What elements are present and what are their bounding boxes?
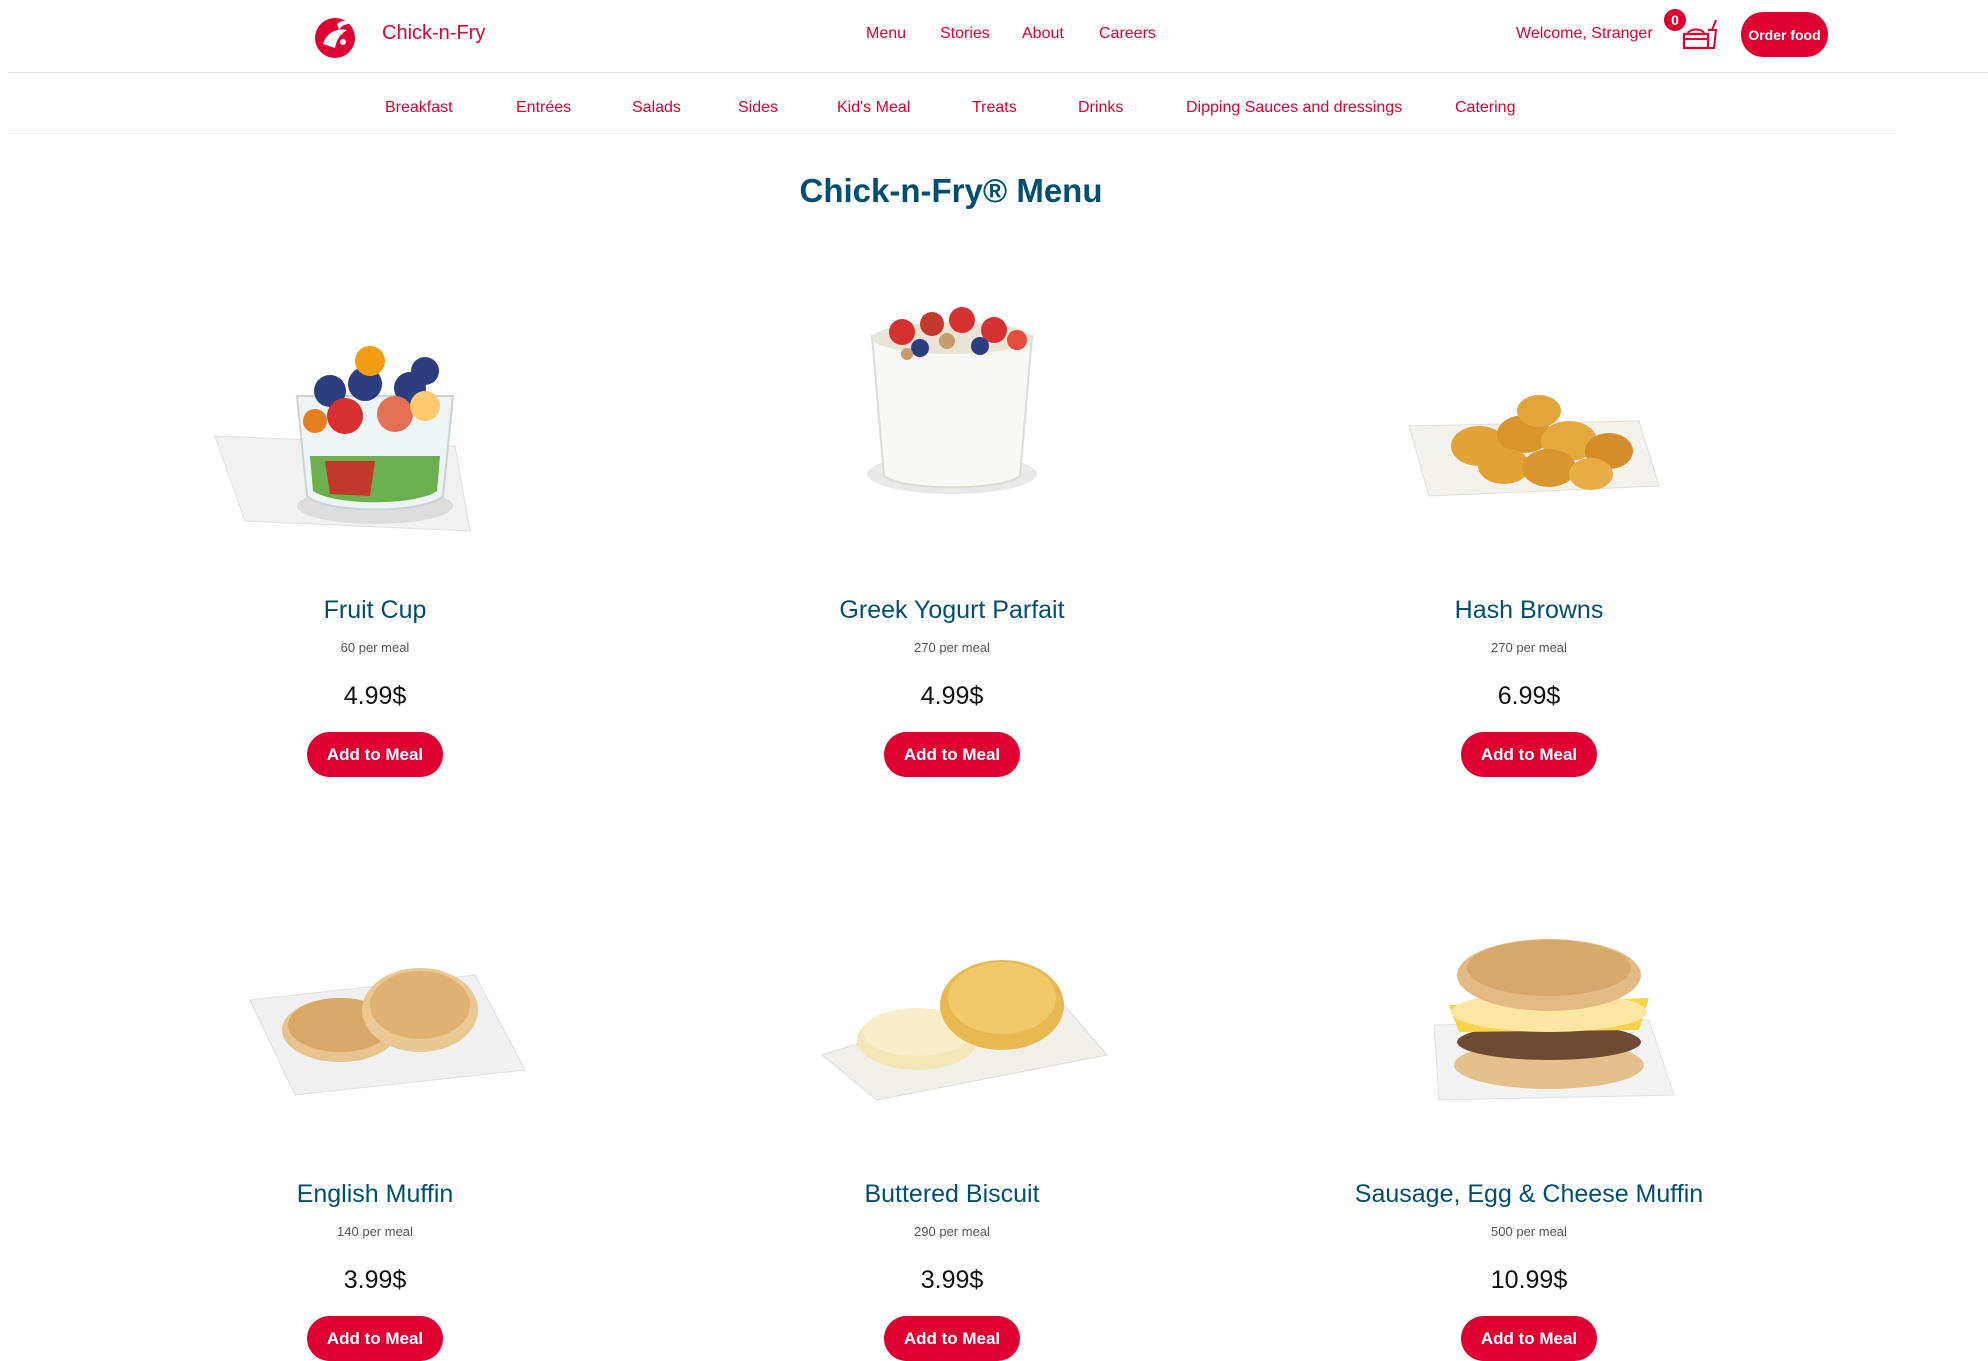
product-card: Greek Yogurt Parfait 270 per meal 4.99$ …: [702, 296, 1202, 777]
product-calories: 290 per meal: [914, 1224, 990, 1239]
product-name: Fruit Cup: [323, 596, 427, 624]
nav-careers-link[interactable]: Careers: [1099, 25, 1156, 43]
product-calories: 140 per meal: [337, 1224, 413, 1239]
product-card: Fruit Cup 60 per meal 4.99$ Add to Meal: [125, 296, 625, 777]
yogurt-parfait-image[interactable]: [702, 296, 1202, 566]
food-bag-icon[interactable]: [1678, 8, 1726, 52]
product-calories: 500 per meal: [1491, 1224, 1567, 1239]
buttered-biscuit-image[interactable]: [702, 880, 1202, 1150]
product-card: Hash Browns 270 per meal 6.99$ Add to Me…: [1279, 296, 1779, 777]
category-nav: Breakfast Entrées Salads Sides Kid's Mea…: [8, 73, 1895, 134]
product-name: Buttered Biscuit: [864, 1180, 1040, 1208]
chicken-logo-icon[interactable]: [313, 14, 361, 60]
nav-menu-link[interactable]: Menu: [866, 25, 906, 43]
add-to-meal-button[interactable]: Add to Meal: [307, 1316, 443, 1361]
category-entrees[interactable]: Entrées: [516, 99, 571, 117]
product-card: Sausage, Egg & Cheese Muffin 500 per mea…: [1279, 880, 1779, 1361]
category-salads[interactable]: Salads: [632, 99, 681, 117]
nav-about-link[interactable]: About: [1022, 25, 1064, 43]
product-calories: 60 per meal: [340, 640, 410, 655]
fruit-cup-image[interactable]: [125, 296, 625, 566]
category-catering[interactable]: Catering: [1455, 99, 1515, 117]
product-card: Buttered Biscuit 290 per meal 3.99$ Add …: [702, 880, 1202, 1361]
product-name: Greek Yogurt Parfait: [839, 596, 1065, 624]
add-to-meal-button[interactable]: Add to Meal: [884, 1316, 1020, 1361]
nav-stories-link[interactable]: Stories: [940, 25, 990, 43]
product-name: Sausage, Egg & Cheese Muffin: [1354, 1180, 1704, 1208]
product-price: 10.99$: [1490, 1266, 1568, 1294]
english-muffin-image[interactable]: [125, 880, 625, 1150]
product-card: English Muffin 140 per meal 3.99$ Add to…: [125, 880, 625, 1361]
top-header: Chick-n-Fry Menu Stories About Careers W…: [8, 0, 1988, 73]
add-to-meal-button[interactable]: Add to Meal: [1461, 1316, 1597, 1361]
cart-count-badge: 0: [1664, 9, 1686, 31]
page-title: Chick-n-Fry® Menu: [799, 172, 1103, 210]
category-dipping-sauces[interactable]: Dipping Sauces and dressings: [1186, 99, 1402, 117]
hash-browns-image[interactable]: [1279, 296, 1779, 566]
product-price: 4.99$: [920, 682, 984, 710]
brand-name[interactable]: Chick-n-Fry: [382, 22, 485, 45]
product-price: 3.99$: [343, 1266, 407, 1294]
product-name: Hash Browns: [1454, 596, 1604, 624]
category-drinks[interactable]: Drinks: [1078, 99, 1123, 117]
product-price: 3.99$: [920, 1266, 984, 1294]
product-calories: 270 per meal: [914, 640, 990, 655]
product-price: 4.99$: [343, 682, 407, 710]
add-to-meal-button[interactable]: Add to Meal: [884, 732, 1020, 777]
sausage-egg-cheese-muffin-image[interactable]: [1279, 880, 1779, 1150]
order-food-button[interactable]: Order food: [1741, 12, 1828, 57]
welcome-message: Welcome, Stranger: [1516, 25, 1653, 42]
product-calories: 270 per meal: [1491, 640, 1567, 655]
category-kids-meal[interactable]: Kid's Meal: [837, 99, 910, 117]
product-price: 6.99$: [1497, 682, 1561, 710]
add-to-meal-button[interactable]: Add to Meal: [307, 732, 443, 777]
category-sides[interactable]: Sides: [738, 99, 778, 117]
category-breakfast[interactable]: Breakfast: [385, 99, 453, 117]
category-treats[interactable]: Treats: [972, 99, 1017, 117]
add-to-meal-button[interactable]: Add to Meal: [1461, 732, 1597, 777]
product-name: English Muffin: [296, 1180, 454, 1208]
